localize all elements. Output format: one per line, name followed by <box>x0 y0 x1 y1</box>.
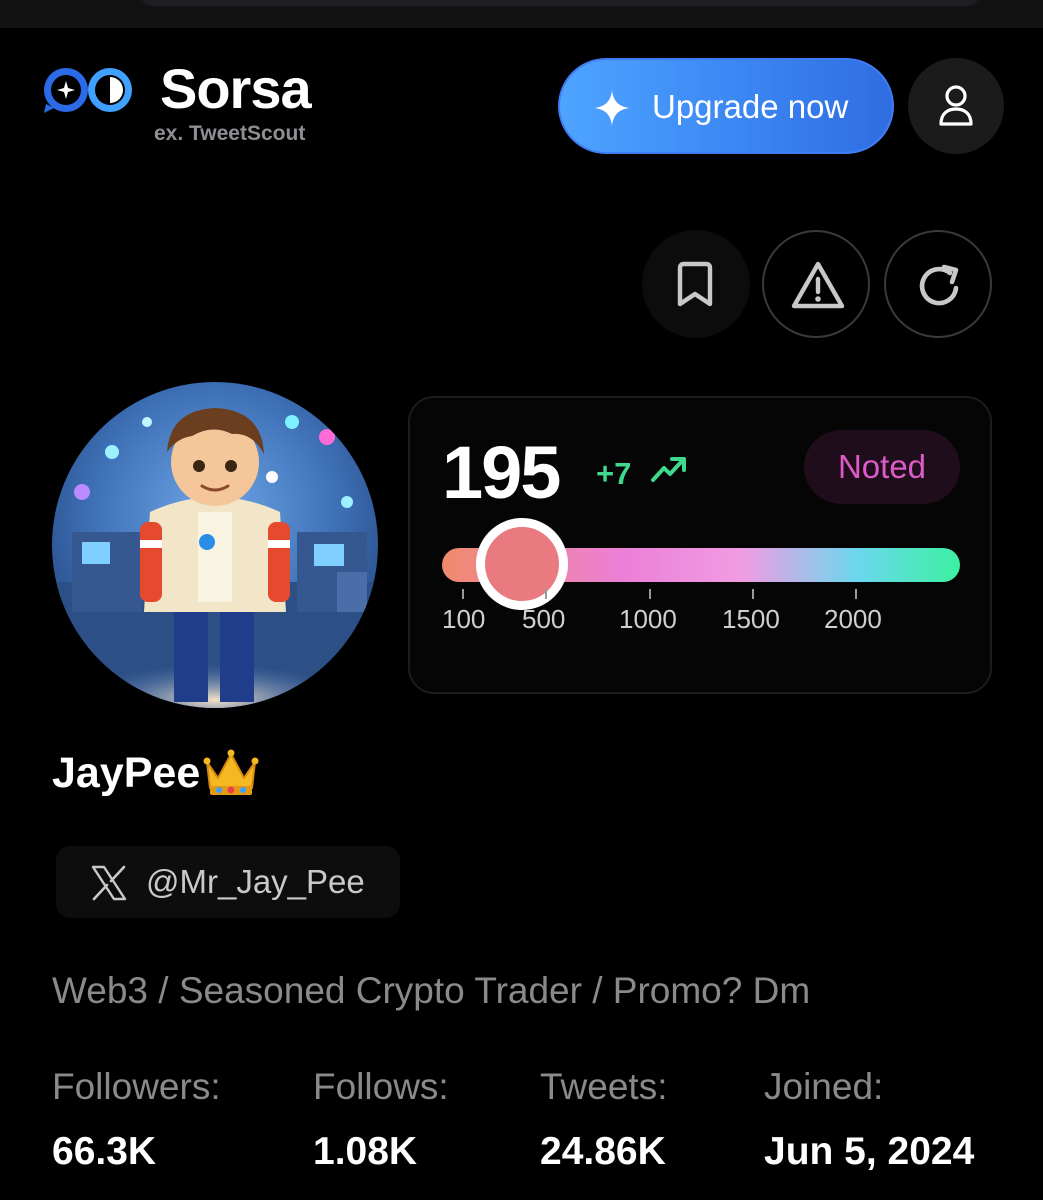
refresh-button[interactable] <box>884 230 992 338</box>
slider-tick <box>545 589 547 599</box>
upgrade-button-label: Upgrade now <box>652 88 849 125</box>
slider-tick-label: 500 <box>522 604 566 634</box>
stat-label: Followers: <box>52 1066 221 1107</box>
report-button[interactable] <box>762 230 870 338</box>
slider-tick-label: 1000 <box>619 604 677 634</box>
x-handle-link[interactable]: @Mr_Jay_Pee <box>56 846 400 918</box>
stat-value: Jun 5, 2024 <box>764 1130 975 1173</box>
user-icon <box>939 85 973 126</box>
slider-tick <box>649 589 651 599</box>
stat-label: Follows: <box>313 1066 449 1107</box>
avatar-illustration <box>52 382 378 708</box>
score-slider-thumb[interactable] <box>476 518 568 610</box>
slider-tick-label: 1500 <box>722 604 780 634</box>
sparkle-icon <box>594 90 630 126</box>
avatar <box>52 382 378 708</box>
trend-up-icon <box>651 457 686 482</box>
profile-name-row: JayPee <box>52 748 260 798</box>
warning-icon <box>791 261 845 309</box>
browser-top-strip <box>0 0 1043 28</box>
sorsa-logo-icon <box>44 68 132 113</box>
x-handle: @Mr_Jay_Pee <box>146 863 365 900</box>
stat-value: 1.08K <box>313 1130 418 1173</box>
crown-icon <box>203 749 259 795</box>
slider-tick <box>752 589 754 599</box>
profile-bio: Web3 / Seasoned Crypto Trader / Promo? D… <box>52 970 811 1011</box>
stat-label: Tweets: <box>540 1066 668 1107</box>
brand-name: Sorsa <box>160 57 312 120</box>
address-bar-edge[interactable] <box>140 0 980 6</box>
bookmark-button[interactable] <box>642 230 750 338</box>
stat-follows: Follows: 1.08K <box>313 1066 449 1174</box>
stat-label: Joined: <box>764 1066 884 1107</box>
stat-followers: Followers: 66.3K <box>52 1066 221 1174</box>
score-card: 195 +7 Noted 100 500 1000 1500 2000 <box>408 396 992 694</box>
brand-subtitle: ex. TweetScout <box>154 122 306 145</box>
display-name: JayPee <box>52 748 201 797</box>
x-logo-icon <box>91 865 127 901</box>
profile-page: Sorsa ex. TweetScout Upgrade now 195 +7 … <box>0 0 1043 1200</box>
score-value: 195 <box>442 431 561 514</box>
slider-tick-label: 2000 <box>824 604 882 634</box>
refresh-icon <box>919 264 959 306</box>
account-button[interactable] <box>908 58 1004 154</box>
slider-tick-label: 100 <box>442 604 486 634</box>
slider-tick <box>855 589 857 599</box>
brand-logo[interactable]: Sorsa ex. TweetScout <box>40 57 340 154</box>
upgrade-button[interactable]: Upgrade now <box>558 58 894 154</box>
stat-value: 24.86K <box>540 1130 666 1173</box>
stat-value: 66.3K <box>52 1130 157 1173</box>
slider-tick <box>462 589 464 599</box>
bookmark-icon <box>677 261 713 307</box>
stat-tweets: Tweets: 24.86K <box>540 1066 668 1174</box>
status-badge: Noted <box>804 430 960 504</box>
score-delta: +7 <box>596 456 632 491</box>
stat-joined: Joined: Jun 5, 2024 <box>764 1066 974 1174</box>
